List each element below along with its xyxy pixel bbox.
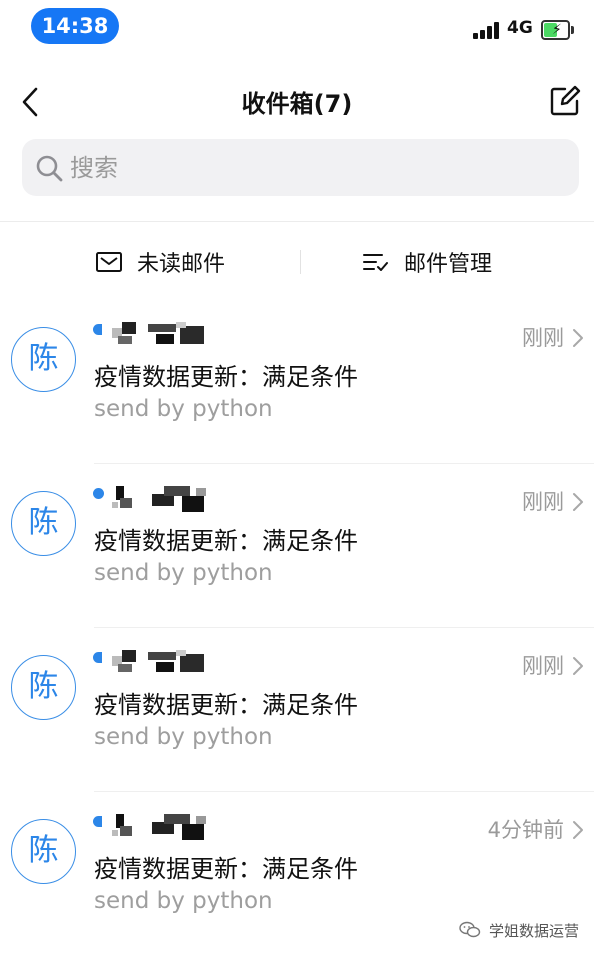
search-icon xyxy=(36,155,63,182)
avatar: 陈 xyxy=(11,655,76,720)
watermark-text: 学姐数据运营 xyxy=(489,921,580,940)
mail-subject: 疫情数据更新：满足条件 xyxy=(94,855,358,883)
sender-name-redacted xyxy=(112,486,212,526)
mail-time: 刚刚 xyxy=(522,326,564,350)
mail-time: 刚刚 xyxy=(522,654,564,678)
unread-mail-label: 未读邮件 xyxy=(137,252,226,277)
chevron-right-icon xyxy=(573,329,583,347)
chevron-right-icon xyxy=(573,493,583,511)
mail-time: 刚刚 xyxy=(522,490,564,514)
mail-list-item[interactable]: 陈 刚刚 疫情数据更新：满足条件 send by python xyxy=(0,300,594,464)
mail-list-item[interactable]: 陈 刚刚 疫情数据更新：满足条件 send by python xyxy=(0,464,594,628)
sender-name-redacted xyxy=(112,814,212,854)
divider xyxy=(0,221,594,222)
signal-icon xyxy=(473,21,499,39)
compose-icon[interactable] xyxy=(548,84,582,118)
status-time: 14:38 xyxy=(31,8,119,44)
sender-name-redacted xyxy=(112,322,212,362)
unread-dot-icon xyxy=(93,816,102,827)
mail-management-label: 邮件管理 xyxy=(404,252,493,277)
unread-mail-filter[interactable]: 未读邮件 xyxy=(95,244,225,280)
avatar: 陈 xyxy=(11,819,76,884)
checklist-icon xyxy=(363,254,388,271)
mail-subject: 疫情数据更新：满足条件 xyxy=(94,691,358,719)
avatar: 陈 xyxy=(11,491,76,556)
page-title: 收件箱(7) xyxy=(241,90,353,118)
mail-management-button[interactable]: 邮件管理 xyxy=(362,244,492,280)
mail-list-item[interactable]: 陈 刚刚 疫情数据更新：满足条件 send by python xyxy=(0,628,594,792)
chevron-right-icon xyxy=(573,821,583,839)
unread-dot-icon xyxy=(93,324,102,335)
envelope-icon xyxy=(96,252,122,272)
mail-time: 4分钟前 xyxy=(487,818,564,842)
unread-dot-icon xyxy=(93,488,104,499)
status-bar: 14:38 4G ⚡ xyxy=(0,0,594,52)
mail-preview: send by python xyxy=(94,724,273,750)
filter-divider xyxy=(300,250,301,274)
search-input[interactable] xyxy=(70,139,550,196)
mail-preview: send by python xyxy=(94,396,273,422)
mail-preview: send by python xyxy=(94,888,273,914)
search-box[interactable] xyxy=(22,139,579,196)
sender-name-redacted xyxy=(112,650,212,690)
mail-preview: send by python xyxy=(94,560,273,586)
avatar: 陈 xyxy=(11,327,76,392)
mail-subject: 疫情数据更新：满足条件 xyxy=(94,527,358,555)
wechat-icon xyxy=(459,921,481,938)
chevron-right-icon xyxy=(573,657,583,675)
unread-dot-icon xyxy=(93,652,102,663)
battery-icon: ⚡ xyxy=(541,20,575,40)
mail-subject: 疫情数据更新：满足条件 xyxy=(94,363,358,391)
network-type: 4G xyxy=(507,18,533,38)
watermark: 学姐数据运营 xyxy=(459,918,579,942)
